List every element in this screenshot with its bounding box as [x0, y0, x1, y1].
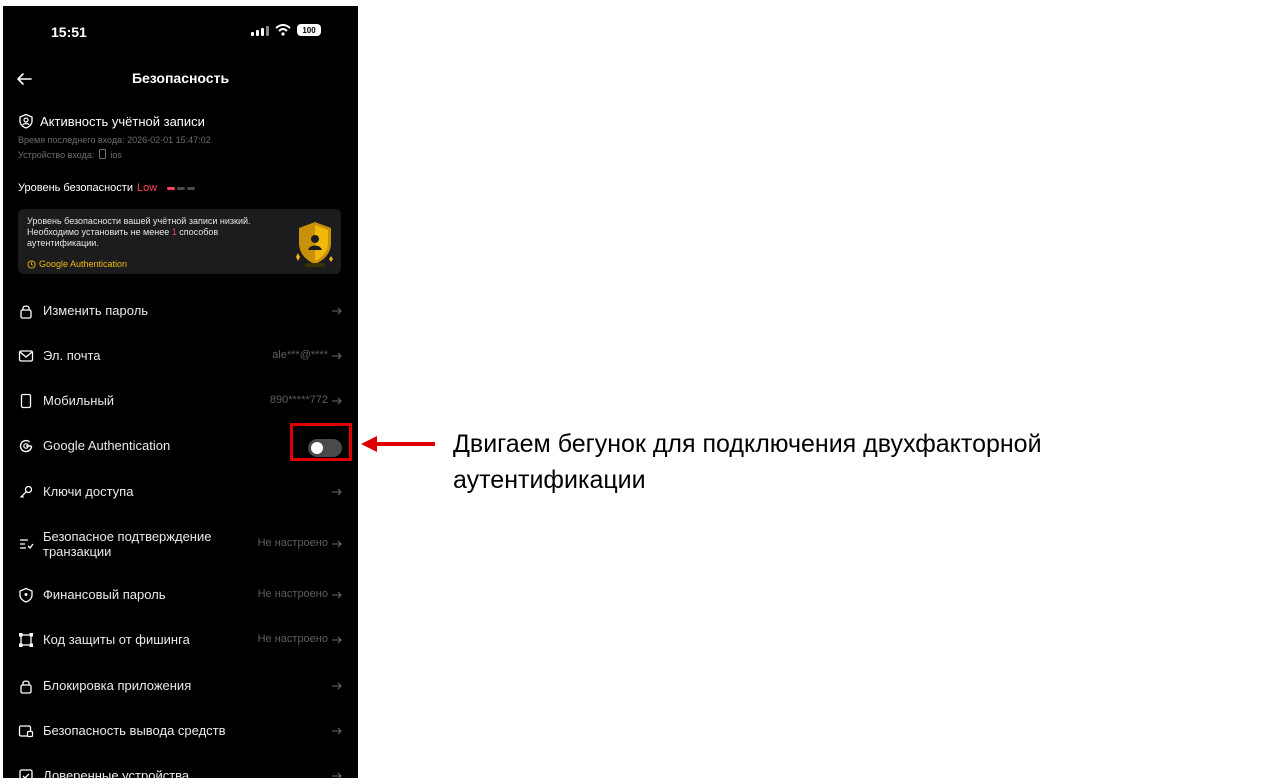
- security-level: Уровень безопасности Low: [18, 182, 196, 194]
- arrow-right-icon: [332, 352, 342, 360]
- account-activity-header: Активность учётной записи: [18, 113, 348, 129]
- phone-screen: 15:51 100 Безопасность Активность учётно…: [3, 6, 358, 778]
- menu-item-email[interactable]: Эл. почта ale***@****: [3, 336, 358, 376]
- login-device-value: ios: [110, 150, 122, 160]
- menu-item-label: Блокировка приложения: [43, 678, 192, 693]
- menu-item-label: Безопасность вывода средств: [43, 723, 226, 738]
- arrow-right-icon: [332, 727, 342, 735]
- menu-item-trusted-devices[interactable]: Доверенные устройства: [3, 756, 358, 778]
- login-device-label: Устройство входа:: [18, 150, 95, 160]
- clock-icon: [27, 259, 36, 269]
- lock-icon: [20, 680, 32, 694]
- last-login-label: Время последнего входа:: [18, 135, 125, 145]
- arrow-right-icon: [332, 591, 342, 599]
- google-auth-link[interactable]: Google Authentication: [27, 259, 127, 269]
- menu-item-change-password[interactable]: Изменить пароль: [3, 291, 358, 331]
- security-level-label: Уровень безопасности: [18, 182, 133, 194]
- menu-item-mobile[interactable]: Мобильный 890*****772: [3, 381, 358, 421]
- anti-phishing-icon: [19, 633, 33, 647]
- status-bar: 15:51 100: [3, 6, 358, 56]
- envelope-icon: [18, 350, 34, 362]
- status-time: 15:51: [51, 24, 87, 40]
- battery-icon: 100: [297, 24, 321, 36]
- login-device: Устройство входа: ios: [18, 149, 348, 160]
- menu-item-label: Эл. почта: [43, 348, 101, 363]
- menu-item-label: Доверенные устройства: [43, 768, 190, 778]
- user-shield-icon: [19, 113, 33, 129]
- menu-item-financial-password[interactable]: Финансовый пароль Не настроено: [3, 575, 358, 615]
- menu-item-passkeys[interactable]: Ключи доступа: [3, 472, 358, 512]
- menu-item-value: 890*****772: [269, 394, 328, 406]
- google-auth-link-label: Google Authentication: [39, 259, 128, 269]
- device-icon: [98, 149, 106, 159]
- account-activity[interactable]: Активность учётной записи Время последне…: [18, 113, 348, 161]
- menu-item-label: Мобильный: [43, 393, 115, 408]
- withdrawal-icon: [18, 725, 34, 738]
- key-icon: [20, 485, 33, 498]
- status-icons: 100: [251, 24, 321, 36]
- menu-item-value: Не настроено: [257, 537, 328, 549]
- menu-item-label: Безопасное подтверждение транзакции: [43, 529, 212, 559]
- menu-item-anti-phishing[interactable]: Код защиты от фишинга Не настроено: [3, 620, 358, 660]
- signal-icon: [251, 25, 269, 36]
- shield-icon: [19, 587, 33, 603]
- arrow-right-icon: [332, 397, 342, 405]
- menu-item-label: Google Authentication: [43, 438, 171, 453]
- security-warning-text: Уровень безопасности вашей учётной запис…: [27, 216, 251, 248]
- lock-icon: [20, 305, 32, 319]
- google-auth-icon: [19, 439, 33, 453]
- arrow-right-icon: [332, 636, 342, 644]
- wifi-icon: [275, 24, 291, 36]
- last-login-value: 2026-02-01 15:47:02: [127, 135, 211, 145]
- last-login: Время последнего входа: 2026-02-01 15:47…: [18, 135, 348, 145]
- security-warning-card: Уровень безопасности вашей учётной запис…: [18, 209, 341, 274]
- transaction-confirm-icon: [20, 539, 34, 549]
- arrow-right-icon: [332, 772, 342, 778]
- menu-item-value: Не настроено: [257, 633, 328, 645]
- security-level-value: Low: [136, 182, 158, 194]
- arrow-right-icon: [332, 540, 342, 548]
- menu-item-label: Финансовый пароль: [43, 587, 166, 602]
- account-activity-title: Активность учётной записи: [40, 113, 205, 129]
- menu-item-label: Ключи доступа: [43, 484, 134, 499]
- menu-item-app-lock[interactable]: Блокировка приложения: [3, 666, 358, 706]
- arrow-right-icon: [332, 488, 342, 496]
- annotation-text: Двигаем бегунок для подключения двухфакт…: [453, 430, 1042, 494]
- shield-user-illustration: [296, 222, 333, 267]
- menu-item-label: Код защиты от фишинга: [43, 632, 190, 647]
- toggle-highlight-box: [290, 423, 352, 461]
- menu-item-value: Не настроено: [257, 588, 328, 600]
- checkbox-icon: [19, 769, 33, 778]
- page-title: Безопасность: [131, 70, 230, 86]
- phone-icon: [20, 393, 32, 409]
- security-level-bars: [167, 186, 196, 190]
- menu-item-value: ale***@****: [272, 349, 328, 361]
- menu-item-label: Изменить пароль: [43, 303, 149, 318]
- nav-bar: Безопасность: [3, 64, 358, 94]
- pointer-arrow-icon: [361, 436, 435, 452]
- menu-item-withdrawal-security[interactable]: Безопасность вывода средств: [3, 711, 358, 751]
- menu-item-transaction-confirmation[interactable]: Безопасное подтверждение транзакции Не н…: [3, 524, 358, 564]
- arrow-right-icon: [332, 682, 342, 690]
- arrow-right-icon: [332, 307, 342, 315]
